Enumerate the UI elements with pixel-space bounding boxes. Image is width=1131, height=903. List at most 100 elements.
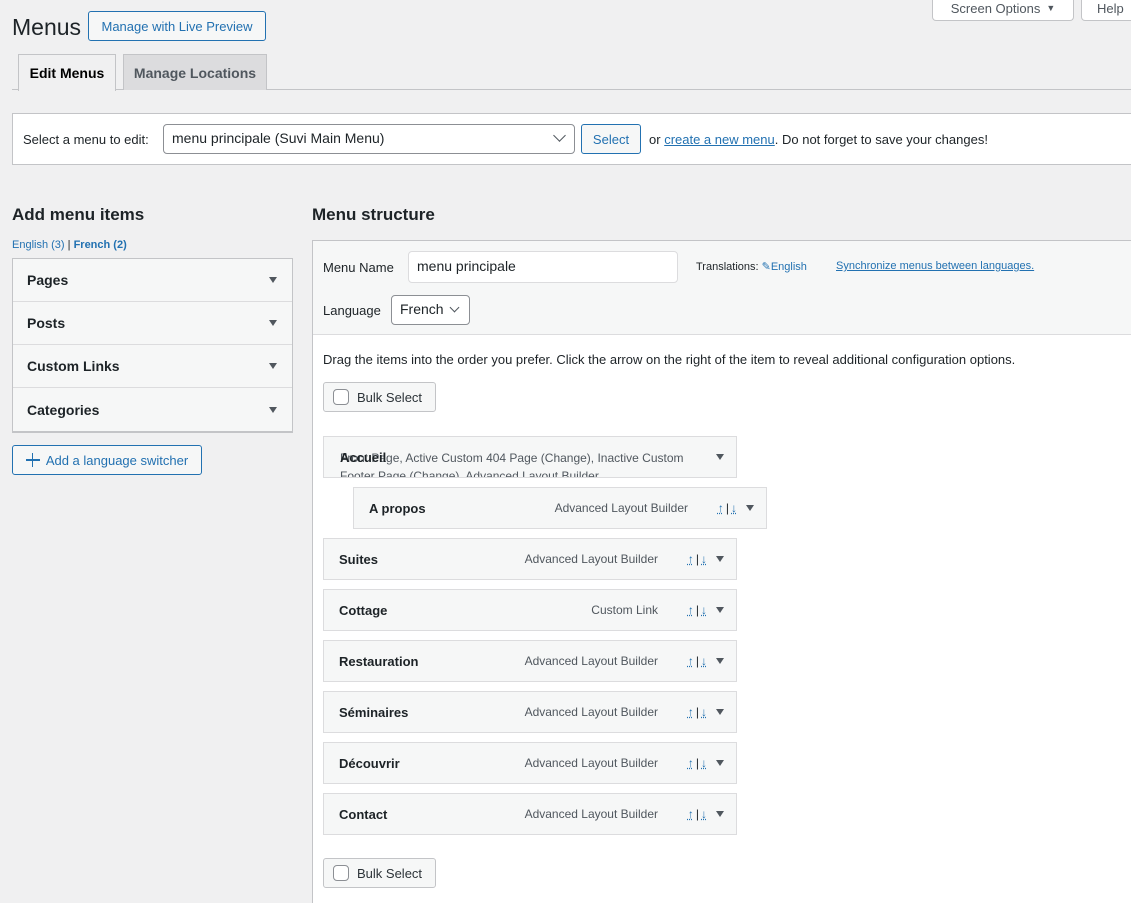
triangle-down-icon[interactable] (716, 811, 724, 817)
menu-item-title: Cottage (339, 603, 387, 618)
accordion-label: Posts (27, 315, 65, 331)
menu-item-a-propos[interactable]: A propos Advanced Layout Builder ↑ | ↓ (353, 487, 767, 529)
move-controls: ↑ | ↓ (688, 552, 707, 566)
triangle-down-icon[interactable] (716, 556, 724, 562)
plus-icon (26, 453, 40, 467)
move-separator: | (726, 501, 729, 515)
accordion-posts[interactable]: Posts (13, 302, 292, 345)
menu-item-accueil[interactable]: Front Page, Active Custom 404 Page (Chan… (323, 436, 737, 478)
move-controls: ↑ | ↓ (718, 501, 737, 515)
triangle-down-icon[interactable] (716, 658, 724, 664)
move-up-icon[interactable]: ↑ (688, 654, 694, 668)
move-separator: | (696, 552, 699, 566)
menu-select-value: menu principale (Suvi Main Menu) (172, 130, 384, 146)
lang-filter-french[interactable]: French (2) (74, 239, 127, 251)
menu-item-contact[interactable]: Contact Advanced Layout Builder ↑ | ↓ (323, 793, 737, 835)
move-up-icon[interactable]: ↑ (688, 756, 694, 770)
menu-item-type: Advanced Layout Builder (525, 756, 658, 770)
bulk-select-toggle[interactable]: Bulk Select (323, 382, 436, 412)
bulk-select-label: Bulk Select (357, 390, 422, 405)
triangle-down-icon[interactable] (716, 607, 724, 613)
accordion-pages[interactable]: Pages (13, 259, 292, 302)
move-down-icon[interactable]: ↓ (701, 705, 707, 719)
bulk-select-checkbox[interactable] (333, 865, 349, 881)
tab-manage-locations[interactable]: Manage Locations (123, 54, 267, 90)
move-down-icon[interactable]: ↓ (701, 552, 707, 566)
move-up-icon[interactable]: ↑ (688, 603, 694, 617)
move-separator: | (696, 705, 699, 719)
drag-instructions: Drag the items into the order you prefer… (323, 352, 1015, 367)
chevron-down-icon (553, 129, 566, 142)
move-controls: ↑ | ↓ (688, 603, 707, 617)
menu-item-title: Accueil (340, 450, 386, 465)
translation-english-label: English (771, 261, 807, 273)
language-filter: English (3) | French (2) (12, 239, 127, 251)
accordion-categories[interactable]: Categories (13, 388, 292, 432)
move-controls: ↑ | ↓ (688, 807, 707, 821)
move-up-icon[interactable]: ↑ (718, 501, 724, 515)
menu-item-seminaires[interactable]: Séminaires Advanced Layout Builder ↑ | ↓ (323, 691, 737, 733)
triangle-down-icon[interactable] (716, 709, 724, 715)
accordion-custom-links[interactable]: Custom Links (13, 345, 292, 388)
synchronize-menus-link[interactable]: Synchronize menus between languages. (836, 260, 1034, 272)
menu-item-title: Séminaires (339, 705, 408, 720)
menu-item-cottage[interactable]: Cottage Custom Link ↑ | ↓ (323, 589, 737, 631)
triangle-down-icon (269, 407, 277, 413)
move-down-icon[interactable]: ↓ (701, 603, 707, 617)
bulk-select-toggle-bottom[interactable]: Bulk Select (323, 858, 436, 888)
lang-filter-separator: | (68, 239, 71, 251)
screen-options-button[interactable]: Screen Options ▼ (932, 0, 1074, 21)
tab-edit-menus[interactable]: Edit Menus (18, 54, 116, 91)
move-controls: ↑ | ↓ (688, 654, 707, 668)
menu-item-title: Découvrir (339, 756, 400, 771)
page-title: Menus (12, 14, 81, 41)
triangle-down-icon (269, 277, 277, 283)
menu-name-input[interactable]: menu principale (408, 251, 678, 283)
language-label: Language (323, 303, 381, 318)
lang-filter-english[interactable]: English (3) (12, 239, 65, 251)
menu-item-decouvrir[interactable]: Découvrir Advanced Layout Builder ↑ | ↓ (323, 742, 737, 784)
move-separator: | (696, 603, 699, 617)
translations-info: Translations: ✎English (696, 260, 807, 273)
add-language-switcher-button[interactable]: Add a language switcher (12, 445, 202, 475)
triangle-down-icon[interactable] (746, 505, 754, 511)
menu-item-type: Custom Link (591, 603, 658, 617)
add-menu-items-title: Add menu items (12, 205, 144, 225)
create-menu-text: or create a new menu. Do not forget to s… (649, 132, 988, 147)
move-up-icon[interactable]: ↑ (688, 705, 694, 719)
move-separator: | (696, 807, 699, 821)
help-label: Help (1097, 1, 1124, 16)
move-down-icon[interactable]: ↓ (731, 501, 737, 515)
menu-item-title: Restauration (339, 654, 418, 669)
bulk-select-checkbox[interactable] (333, 389, 349, 405)
menu-select-dropdown[interactable]: menu principale (Suvi Main Menu) (163, 124, 575, 154)
manage-live-preview-button[interactable]: Manage with Live Preview (88, 11, 266, 41)
move-controls: ↑ | ↓ (688, 705, 707, 719)
screen-options-label: Screen Options (951, 1, 1041, 16)
help-button[interactable]: Help (1081, 0, 1131, 21)
save-reminder-text: . Do not forget to save your changes! (775, 132, 988, 147)
menu-item-status-text: Front Page, Active Custom 404 Page (Chan… (340, 449, 700, 478)
create-new-menu-link[interactable]: create a new menu (664, 132, 775, 147)
add-language-switcher-label: Add a language switcher (46, 453, 188, 468)
move-down-icon[interactable]: ↓ (701, 756, 707, 770)
translation-english-link[interactable]: ✎English (762, 261, 807, 273)
triangle-down-icon[interactable] (716, 454, 724, 460)
move-down-icon[interactable]: ↓ (701, 807, 707, 821)
move-up-icon[interactable]: ↑ (688, 552, 694, 566)
menu-item-title: Contact (339, 807, 387, 822)
triangle-down-icon: ▼ (1046, 3, 1055, 13)
menu-name-label: Menu Name (323, 260, 394, 275)
add-items-accordion: Pages Posts Custom Links Categories (12, 258, 293, 433)
move-separator: | (696, 756, 699, 770)
move-up-icon[interactable]: ↑ (688, 807, 694, 821)
menu-item-restauration[interactable]: Restauration Advanced Layout Builder ↑ | ↓ (323, 640, 737, 682)
menu-item-type: Advanced Layout Builder (525, 705, 658, 719)
language-select[interactable]: French (391, 295, 470, 325)
select-menu-button[interactable]: Select (581, 124, 641, 154)
move-down-icon[interactable]: ↓ (701, 654, 707, 668)
menu-item-type: Advanced Layout Builder (525, 654, 658, 668)
accordion-label: Pages (27, 272, 68, 288)
menu-item-suites[interactable]: Suites Advanced Layout Builder ↑ | ↓ (323, 538, 737, 580)
triangle-down-icon[interactable] (716, 760, 724, 766)
